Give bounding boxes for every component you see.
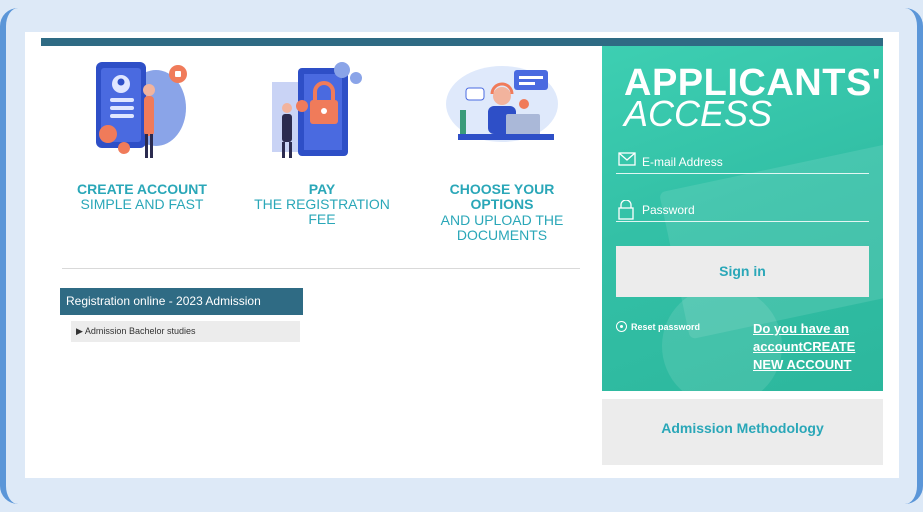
password-field[interactable]: Password: [616, 198, 869, 222]
reset-password-link[interactable]: Reset password: [616, 321, 700, 332]
support-agent-illustration-icon: [446, 66, 558, 142]
top-bar: [41, 38, 883, 46]
email-field[interactable]: E-mail Address: [616, 150, 869, 174]
lock-icon: [618, 200, 634, 220]
access-title-line2: ACCESS: [624, 93, 773, 134]
envelope-icon: [618, 152, 636, 166]
create-new-account-link[interactable]: Do you have an accountCREATE NEW ACCOUNT: [753, 320, 868, 374]
applicants-access-panel: APPLICANTS' ACCESS E-mail Address Passwo…: [602, 46, 883, 391]
create-account-illustration-icon: [96, 62, 187, 158]
step-pay-title: PAY: [308, 181, 336, 197]
step-create-account-title: CREATE ACCOUNT: [77, 181, 207, 197]
radio-dot-icon: [616, 321, 627, 332]
admission-bachelor-link[interactable]: ▶ Admission Bachelor studies: [71, 321, 300, 342]
step-choose-options-title: CHOOSE YOUR OPTIONS: [449, 181, 555, 212]
pay-lock-illustration-icon: [272, 62, 362, 158]
step-create-account-sub: SIMPLE AND FAST: [80, 196, 204, 212]
divider: [62, 268, 580, 269]
admission-methodology-button[interactable]: Admission Methodology: [602, 399, 883, 465]
reset-password-label: Reset password: [631, 321, 701, 332]
password-placeholder: Password: [642, 203, 695, 217]
step-choose-options-sub: AND UPLOAD THE DOCUMENTS: [440, 212, 564, 243]
sign-in-button[interactable]: Sign in: [616, 246, 869, 297]
registration-header: Registration online - 2023 Admission: [60, 288, 303, 315]
step-pay-sub: THE REGISTRATION FEE: [254, 196, 390, 227]
email-placeholder: E-mail Address: [642, 155, 723, 169]
